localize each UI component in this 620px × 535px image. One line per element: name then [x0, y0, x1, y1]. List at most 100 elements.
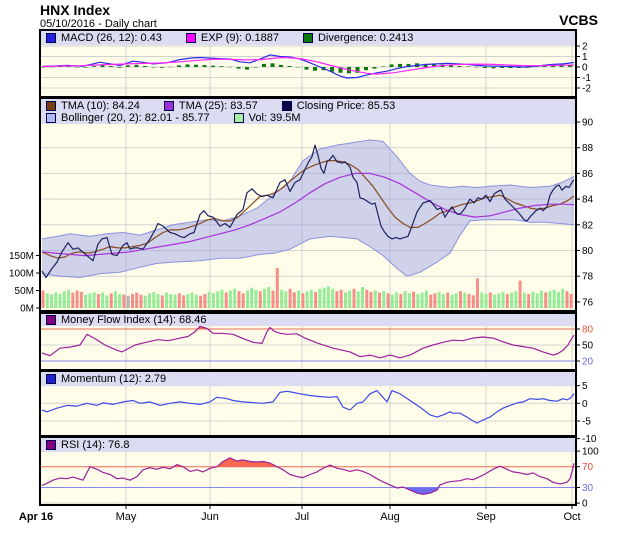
divergence-bar — [211, 66, 215, 67]
x-tick-label: Oct — [563, 511, 580, 523]
volume-bar — [135, 293, 138, 308]
vol-tick-label: 100M — [9, 269, 34, 280]
y-tick-label: -1 — [582, 73, 591, 84]
volume-bar — [50, 295, 53, 308]
x-tick-label: Sep — [476, 511, 496, 523]
y-tick-label: 80 — [582, 246, 594, 257]
volume-bar — [148, 293, 151, 308]
divergence-bar — [92, 66, 96, 67]
divergence-bar — [84, 67, 88, 68]
volume-bar — [182, 295, 185, 308]
volume-bar — [485, 294, 488, 308]
volume-bar — [519, 281, 522, 308]
volume-bar — [255, 290, 258, 308]
volume-bar — [267, 287, 270, 308]
divergence-bar — [41, 67, 45, 68]
divergence-bar — [483, 67, 487, 68]
y-tick-label: -5 — [582, 416, 591, 427]
volume-bar — [114, 291, 117, 308]
volume-bar — [480, 292, 483, 308]
y-tick-label: 5 — [582, 381, 588, 392]
volume-bar — [412, 292, 415, 308]
y-tick-label: -2 — [582, 84, 591, 95]
volume-bar — [421, 293, 424, 308]
y-tick-label: 1 — [582, 52, 588, 63]
y-tick-label: 0 — [582, 399, 588, 410]
volume-bar — [510, 293, 513, 308]
y-tick-label: 80 — [582, 325, 594, 336]
chart-canvas: 210-1-29088868482807876150M100M50M0M8050… — [0, 0, 620, 535]
volume-bar — [80, 292, 83, 308]
divergence-bar — [152, 67, 156, 68]
y-tick-label: 0 — [582, 499, 588, 510]
volume-bar — [438, 292, 441, 308]
legend-swatch-icon — [46, 315, 56, 325]
volume-bar — [318, 289, 321, 308]
volume-bar — [323, 288, 326, 308]
divergence-bar — [466, 67, 470, 68]
volume-bar — [531, 292, 534, 308]
volume-bar — [122, 295, 125, 308]
legend-swatch-icon — [303, 33, 313, 43]
divergence-bar — [135, 65, 139, 67]
volume-bar — [370, 292, 373, 308]
volume-bar — [238, 291, 241, 308]
x-tick-label: May — [116, 511, 137, 523]
y-tick-label: 84 — [582, 195, 594, 206]
volume-bar — [250, 288, 253, 308]
volume-bar — [463, 293, 466, 308]
volume-bar — [88, 293, 91, 308]
divergence-bar — [492, 67, 496, 68]
volume-bar — [340, 290, 343, 308]
volume-bar — [59, 294, 62, 308]
volume-bar — [105, 295, 108, 308]
y-tick-label: 50 — [582, 341, 594, 352]
legend-label: EXP (9): 0.1887 — [201, 32, 279, 44]
volume-bar — [84, 295, 87, 308]
legend-label: Money Flow Index (14): 68.46 — [61, 314, 207, 326]
legend-swatch-icon — [164, 101, 174, 111]
divergence-bar — [279, 65, 283, 67]
divergence-bar — [109, 66, 113, 67]
volume-bar — [233, 289, 236, 308]
price-legend: TMA (10): 84.24TMA (25): 83.57Closing Pr… — [41, 99, 573, 124]
legend-item: Closing Price: 85.53 — [282, 100, 395, 112]
divergence-bar — [381, 67, 385, 68]
legend-label: Momentum (12): 2.79 — [61, 373, 166, 385]
legend-label: Closing Price: 85.53 — [297, 100, 395, 112]
legend-swatch-icon — [46, 101, 56, 111]
vol-tick-label: 150M — [9, 251, 34, 262]
divergence-bar — [262, 64, 266, 67]
legend-item: TMA (25): 83.57 — [164, 100, 258, 112]
legend-swatch-icon — [282, 101, 292, 111]
volume-bar — [527, 294, 530, 308]
x-tick-label: Apr 16 — [19, 511, 53, 523]
volume-bar — [161, 295, 164, 308]
volume-bar — [497, 293, 500, 308]
volume-bar — [387, 293, 390, 308]
volume-bar — [229, 291, 232, 309]
x-tick-label: Jun — [201, 511, 219, 523]
volume-bar — [203, 294, 206, 308]
volume-bar — [76, 291, 79, 309]
volume-bar — [178, 293, 181, 308]
volume-bar — [67, 290, 70, 308]
volume-bar — [544, 292, 547, 308]
volume-bar — [293, 292, 296, 308]
y-tick-label: 78 — [582, 272, 594, 283]
volume-bar — [246, 291, 249, 309]
volume-bar — [374, 291, 377, 309]
volume-bar — [289, 289, 292, 308]
legend-swatch-icon — [46, 440, 56, 450]
volume-bar — [169, 294, 172, 308]
volume-bar — [186, 294, 189, 308]
volume-bar — [63, 291, 66, 308]
hnx-chart-window: HNX Index 05/10/2016 - Daily chart VCBS … — [0, 0, 620, 535]
volume-bar — [399, 294, 402, 308]
legend-swatch-icon — [46, 374, 56, 384]
divergence-bar — [373, 67, 377, 69]
y-tick-label: 70 — [582, 462, 594, 473]
volume-bar — [297, 291, 300, 309]
divergence-bar — [254, 67, 258, 68]
volume-bar — [451, 295, 454, 308]
